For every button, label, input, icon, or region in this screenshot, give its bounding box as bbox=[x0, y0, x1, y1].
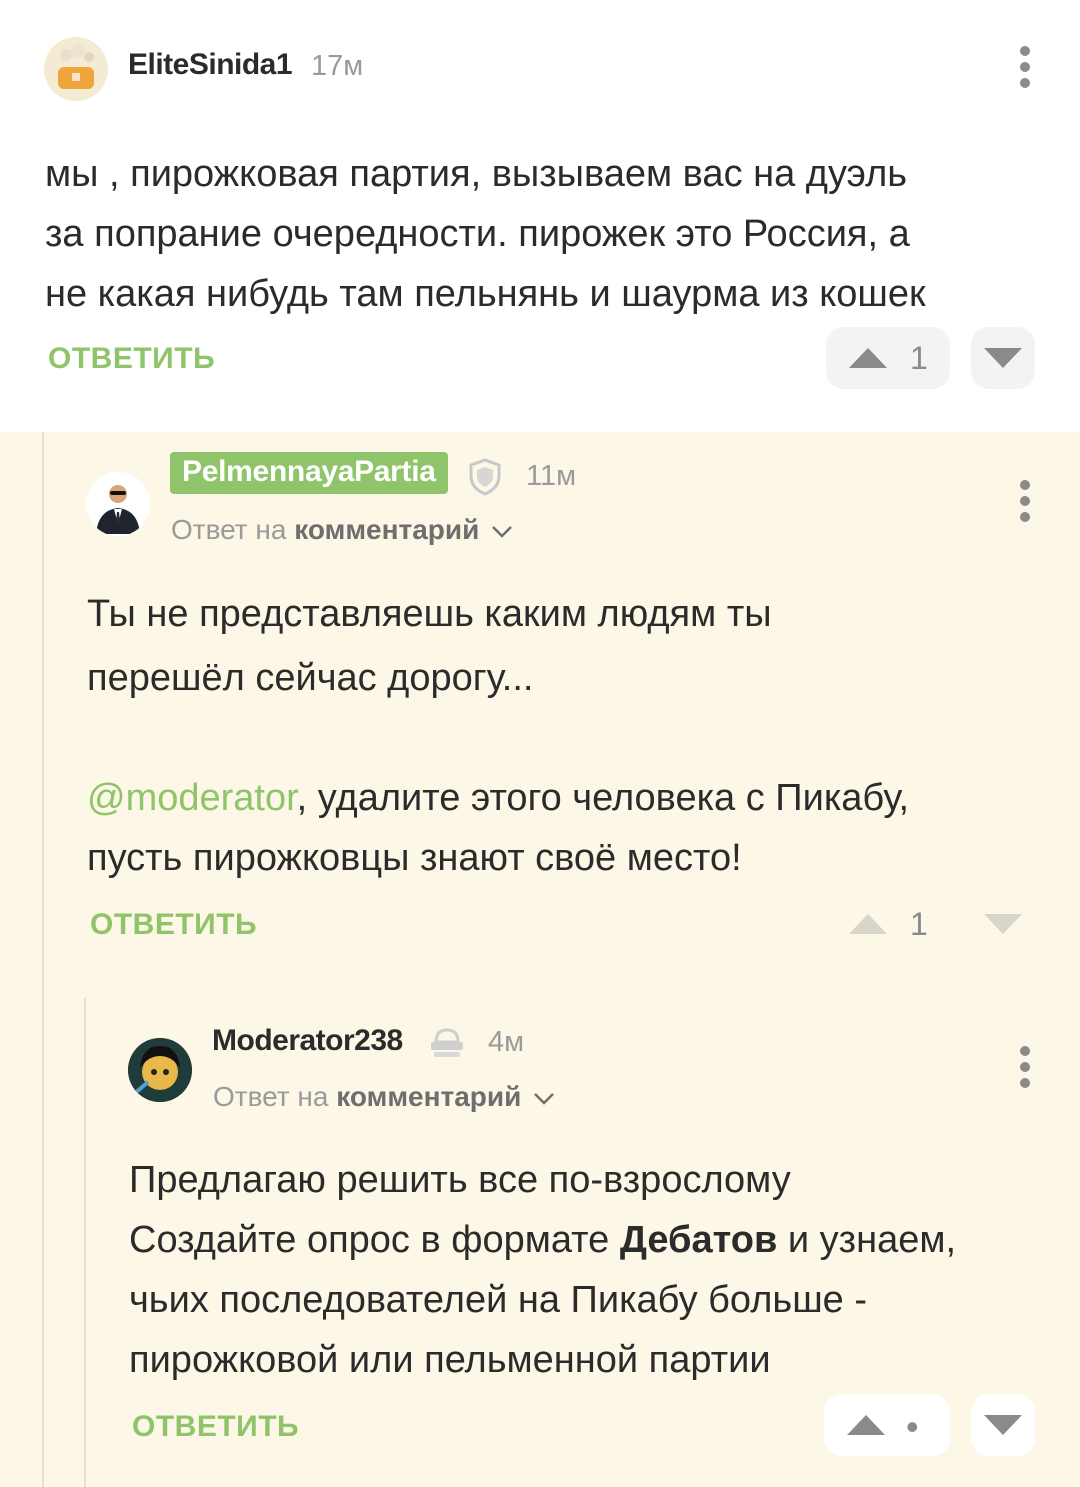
text-segment: Создайте опрос в формате bbox=[129, 1219, 620, 1261]
vote-score: 1 bbox=[910, 340, 928, 376]
reply-button[interactable]: ОТВЕТИТЬ bbox=[132, 1410, 299, 1444]
comment-line: за попрание очередности. пирожек это Рос… bbox=[45, 213, 910, 255]
username[interactable]: EliteSinida1 bbox=[128, 48, 293, 82]
mention-link[interactable]: @moderator bbox=[87, 777, 297, 819]
comment-line: мы , пирожковая партия, вызываем вас на … bbox=[45, 153, 908, 195]
timestamp: 11м bbox=[526, 460, 577, 492]
comment-elitesinida1: EliteSinida1 17м мы , пирожковая партия,… bbox=[0, 0, 1080, 432]
comment-line: @moderator, удалите этого человека с Пик… bbox=[87, 768, 1047, 828]
comment-line: чьих последователей на Пикабу больше - bbox=[129, 1279, 868, 1321]
username-badge[interactable]: PelmennayaPartia bbox=[170, 452, 448, 494]
vote-score: 1 bbox=[910, 906, 928, 942]
arrow-down-icon[interactable] bbox=[984, 914, 1022, 934]
more-vertical-icon[interactable] bbox=[1015, 46, 1035, 90]
arrow-up-icon[interactable] bbox=[849, 348, 887, 368]
vote-score: • bbox=[906, 1406, 919, 1447]
downvote-button[interactable] bbox=[971, 327, 1035, 389]
reply-to-link[interactable]: Ответ на комментарий bbox=[171, 514, 513, 546]
chevron-down-icon bbox=[534, 1093, 555, 1105]
arrow-up-icon[interactable] bbox=[847, 1415, 885, 1435]
comment-line: Создайте опрос в формате Дебатов и узнае… bbox=[129, 1210, 1049, 1270]
avatar-image bbox=[44, 37, 108, 101]
shield-icon bbox=[469, 458, 501, 496]
comment-text: Ты не представляешь каким людям ты переш… bbox=[87, 582, 1047, 710]
thread-line bbox=[84, 998, 86, 1487]
comment-line: пирожковой или пельменной партии bbox=[129, 1339, 771, 1381]
reply-to-target: комментарий bbox=[294, 514, 480, 545]
mention-rest: , удалите этого человека с Пикабу, bbox=[296, 777, 910, 819]
reply-thread: PelmennayaPartia 11м Ответ на комментари… bbox=[0, 432, 1080, 1487]
reply-to-target: комментарий bbox=[336, 1081, 522, 1112]
moderator-icon bbox=[431, 1028, 463, 1057]
vote-widget: • bbox=[824, 1394, 950, 1456]
comment-line: Предлагаю решить все по-взрослому bbox=[129, 1159, 791, 1201]
more-vertical-icon[interactable] bbox=[1015, 480, 1035, 524]
comment-line: пусть пирожковцы знают своё место! bbox=[87, 837, 742, 879]
arrow-down-icon bbox=[984, 348, 1022, 368]
arrow-down-icon bbox=[984, 1415, 1022, 1435]
reply-to-link[interactable]: Ответ на комментарий bbox=[213, 1081, 555, 1113]
comment-text: Предлагаю решить все по-взрослому Создай… bbox=[129, 1150, 1049, 1390]
reply-to-prefix: Ответ на bbox=[171, 514, 287, 545]
comment-line: Ты не представляешь каким людям ты bbox=[87, 593, 772, 635]
avatar[interactable] bbox=[86, 472, 150, 536]
chevron-down-icon bbox=[492, 526, 513, 538]
vote-widget: 1 bbox=[826, 327, 950, 389]
reply-to-prefix: Ответ на bbox=[213, 1081, 329, 1112]
avatar-image bbox=[86, 472, 150, 536]
downvote-button[interactable] bbox=[971, 1394, 1035, 1456]
avatar-image bbox=[128, 1038, 192, 1102]
timestamp: 17м bbox=[311, 50, 364, 82]
more-vertical-icon[interactable] bbox=[1015, 1046, 1035, 1090]
username[interactable]: Moderator238 bbox=[212, 1024, 403, 1058]
avatar[interactable] bbox=[128, 1038, 192, 1102]
avatar[interactable] bbox=[44, 37, 108, 101]
arrow-up-icon[interactable] bbox=[849, 914, 887, 934]
comment-text: мы , пирожковая партия, вызываем вас на … bbox=[45, 144, 1055, 324]
text-segment: и узнаем, bbox=[777, 1219, 957, 1261]
comment-line: перешёл сейчас дорогу... bbox=[87, 657, 534, 699]
comment-line: не какая нибудь там пельнянь и шаурма из… bbox=[45, 273, 926, 315]
comment-text: @moderator, удалите этого человека с Пик… bbox=[87, 768, 1047, 888]
bold-segment: Дебатов bbox=[619, 1219, 778, 1261]
thread-line bbox=[42, 432, 44, 1487]
reply-button[interactable]: ОТВЕТИТЬ bbox=[48, 342, 215, 376]
reply-button[interactable]: ОТВЕТИТЬ bbox=[90, 908, 257, 942]
timestamp: 4м bbox=[488, 1026, 525, 1058]
